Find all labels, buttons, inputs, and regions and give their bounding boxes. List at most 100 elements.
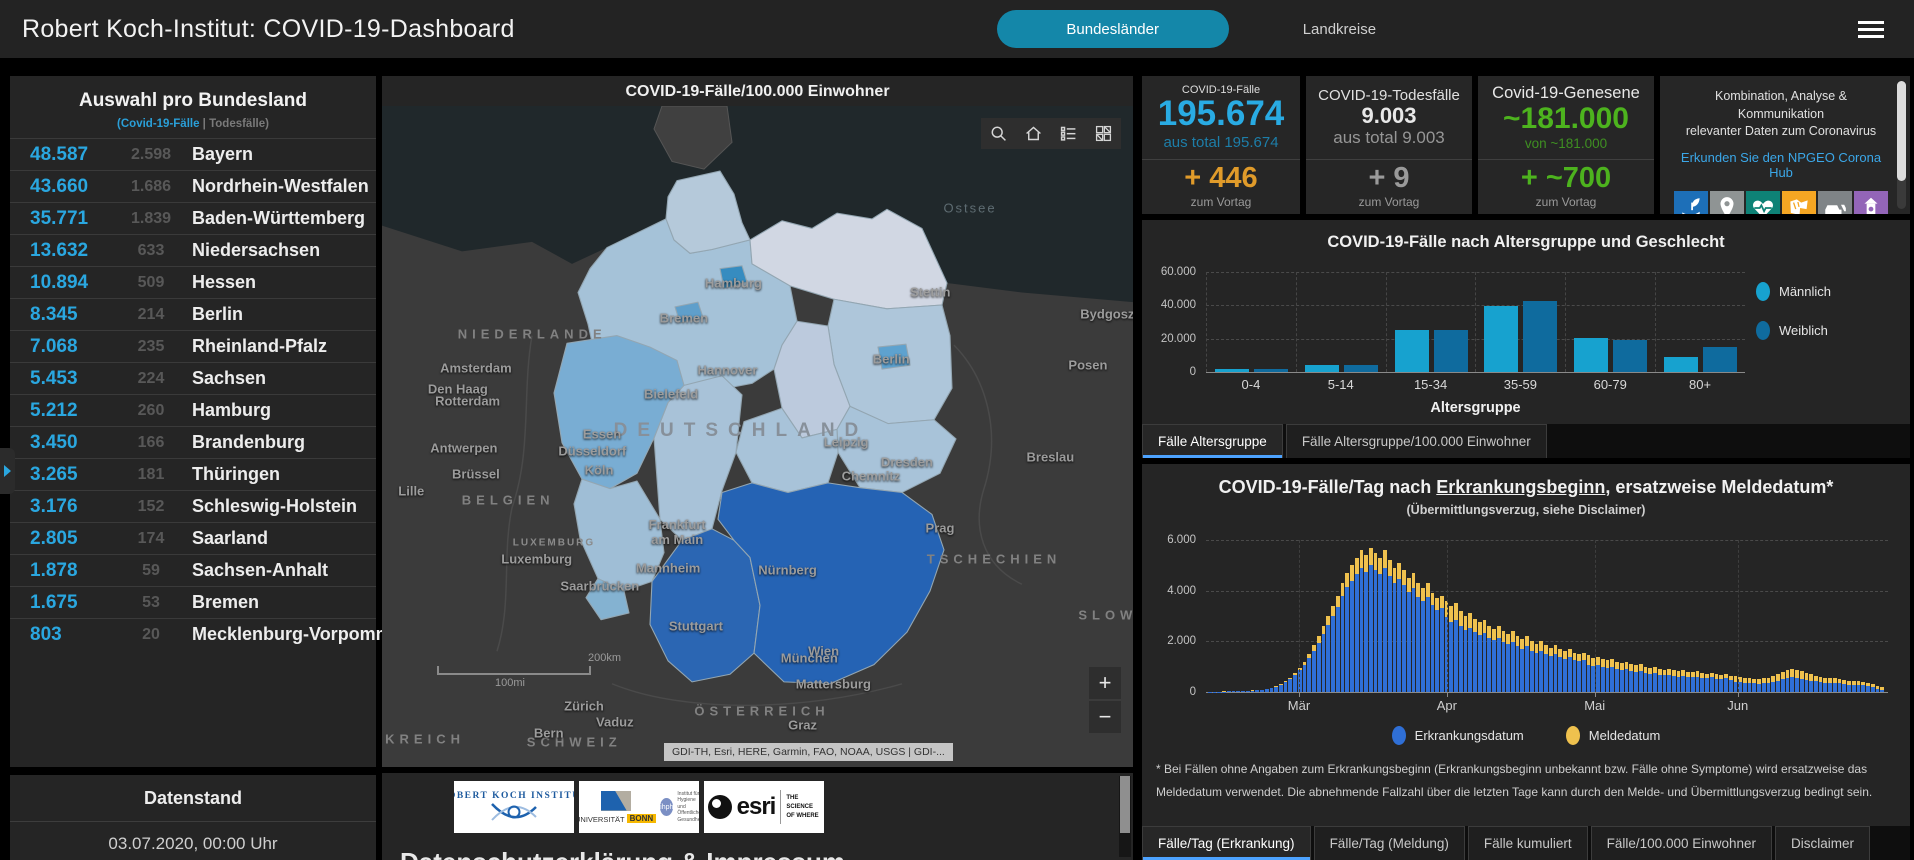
meldedatum-segment [1624,661,1629,670]
table-row[interactable]: 2.805 174 Saarland [10,522,376,554]
table-row[interactable]: 1.675 53 Bremen [10,586,376,618]
map-zoom-controls: + − [1089,667,1121,733]
tab-3[interactable]: Fälle/100.000 Einwohner [1590,826,1773,860]
bar [1667,668,1671,692]
zoom-out-button[interactable]: − [1089,701,1121,733]
npgeo-hub-link[interactable]: Erkunden Sie den NPGEO Corona Hub [1672,150,1890,180]
table-row[interactable]: 3.450 166 Brandenburg [10,426,376,458]
search-icon[interactable] [981,118,1016,149]
legend-icon[interactable] [1051,118,1086,149]
bar [1719,674,1724,692]
footer-scrollbar[interactable] [1119,776,1131,857]
map-pin-icon[interactable] [1710,190,1744,214]
month-gridline [1446,540,1448,692]
bar [1425,583,1430,692]
bar [1406,578,1411,692]
meldedatum-segment [1364,555,1368,572]
age-bar-group [1655,272,1745,372]
cases-value: 1.675 [30,591,78,613]
state-baden-wuerttemberg[interactable] [649,528,761,683]
bar [1354,557,1359,692]
erkrankungsdatum-segment [1643,673,1648,692]
deaths-value: 59 [142,561,160,579]
bar [1714,674,1719,692]
subtitle-deaths: | Todesfälle) [199,118,269,130]
hand-plant-icon[interactable] [1674,190,1708,214]
bell-tower-icon[interactable] [1854,190,1888,214]
npgeo-icon-tiles [1672,190,1890,214]
bar [1487,626,1492,692]
table-row[interactable]: 35.771 1.839 Baden-Württemberg [10,202,376,234]
deaths-value: 235 [137,337,165,355]
tab-0[interactable]: Fälle Altersgruppe [1142,424,1283,458]
tab-2[interactable]: Fälle kumuliert [1467,826,1588,860]
bundesland-list: 48.587 2.598 Bayern 43.660 1.686 Nordrhein-We… [10,138,420,650]
erkrankungsdatum-segment [1359,567,1364,692]
age-chart-title: COVID-19-Fälle nach Altersgruppe und Ges… [1327,233,1725,251]
table-row[interactable]: 5.453 224 Sachsen [10,362,376,394]
table-row[interactable]: 3.265 181 Thüringen [10,458,376,490]
age-bar-group [1565,272,1655,372]
heart-pulse-icon[interactable] [1746,190,1780,214]
menu-icon[interactable] [1858,17,1884,42]
rki-fish-icon [491,803,537,821]
bar [1664,357,1699,372]
month-gridline [1594,540,1596,692]
meldedatum-segment [1799,671,1804,679]
card-value: ~181.000 [1503,102,1629,136]
uni-bonn-logo[interactable]: UNIVERSITÄT BONN ihph Institut für Hygie… [579,781,699,833]
esri-logo[interactable]: esri THE SCIENCE OF WHERE [704,781,824,833]
bundesland-name: Thüringen [192,464,280,484]
tab-0[interactable]: Fälle/Tag (Erkrankung) [1142,826,1311,860]
table-row[interactable]: 1.878 59 Sachsen-Anhalt [10,554,376,586]
map-canvas[interactable]: Ostsee NIEDERLANDE BELGIEN LUXEMBURG DEUTSCH… [382,106,1133,767]
bar [1766,677,1771,692]
tab-1[interactable]: Fälle/Tag (Meldung) [1313,826,1465,860]
erkrankungsdatum-segment [1501,642,1506,692]
bar [1861,681,1866,692]
cars-icon[interactable] [1818,190,1852,214]
npgeo-scrollbar[interactable] [1897,81,1906,209]
table-row[interactable]: 13.632 633 Niedersachsen [10,234,376,266]
table-row[interactable]: 8.345 214 Berlin [10,298,376,330]
table-row[interactable]: 803 20 Mecklenburg-Vorpommern [10,618,420,650]
basemap-icon[interactable] [1086,118,1121,149]
card-value: 9.003 [1361,102,1417,128]
meldedatum-segment [1506,633,1510,645]
meldedatum-segment [1378,557,1383,575]
rki-logo[interactable]: ROBERT KOCH INSTITUT [454,781,574,833]
tab-4[interactable]: Disclaimer [1775,826,1871,860]
bar [1411,572,1416,692]
axis-tick: 20.000 [1160,332,1196,345]
tab-1[interactable]: Fälle Altersgruppe/100.000 Einwohner [1285,424,1547,458]
table-row[interactable]: 10.894 509 Hessen [10,266,376,298]
erkrankungsdatum-segment [1368,565,1373,692]
state-berlin[interactable] [877,343,911,370]
table-row[interactable]: 43.660 1.686 Nordrhein-Westfalen [10,170,376,202]
state-rheinland-pfalz[interactable] [573,478,665,592]
home-icon[interactable] [1016,118,1051,149]
zoom-in-button[interactable]: + [1089,667,1121,699]
month-gridline [1299,540,1300,692]
bar [1394,329,1429,372]
map-area-icon[interactable] [1782,190,1816,214]
card-delta: + ~700 [1520,162,1612,194]
table-row[interactable]: 5.212 260 Hamburg [10,394,376,426]
card-npgeo-hub: Kombination, Analyse & Kommunikation rel… [1660,76,1910,214]
cases-value: 5.453 [30,367,78,389]
tab-bundeslaender[interactable]: Bundesländer [996,10,1229,48]
tab-landkreise[interactable]: Landkreise [1303,21,1376,38]
erkrankungsdatum-segment [1832,682,1837,692]
legend-label: Erkrankungsdatum [1414,728,1524,743]
meldedatum-segment [1373,552,1378,570]
bar [1477,622,1482,692]
bar [1809,674,1813,692]
table-row[interactable]: 3.176 152 Schleswig-Holstein [10,490,376,522]
axis-tick: 6.000 [1167,534,1196,546]
table-row[interactable]: 48.587 2.598 Bayern [10,138,376,170]
bar [1804,672,1809,692]
table-row[interactable]: 7.068 235 Rheinland-Pfalz [10,330,376,362]
deaths-value: 20 [142,625,160,643]
sidebar-collapse-handle[interactable] [0,448,15,494]
bar [1574,337,1609,372]
